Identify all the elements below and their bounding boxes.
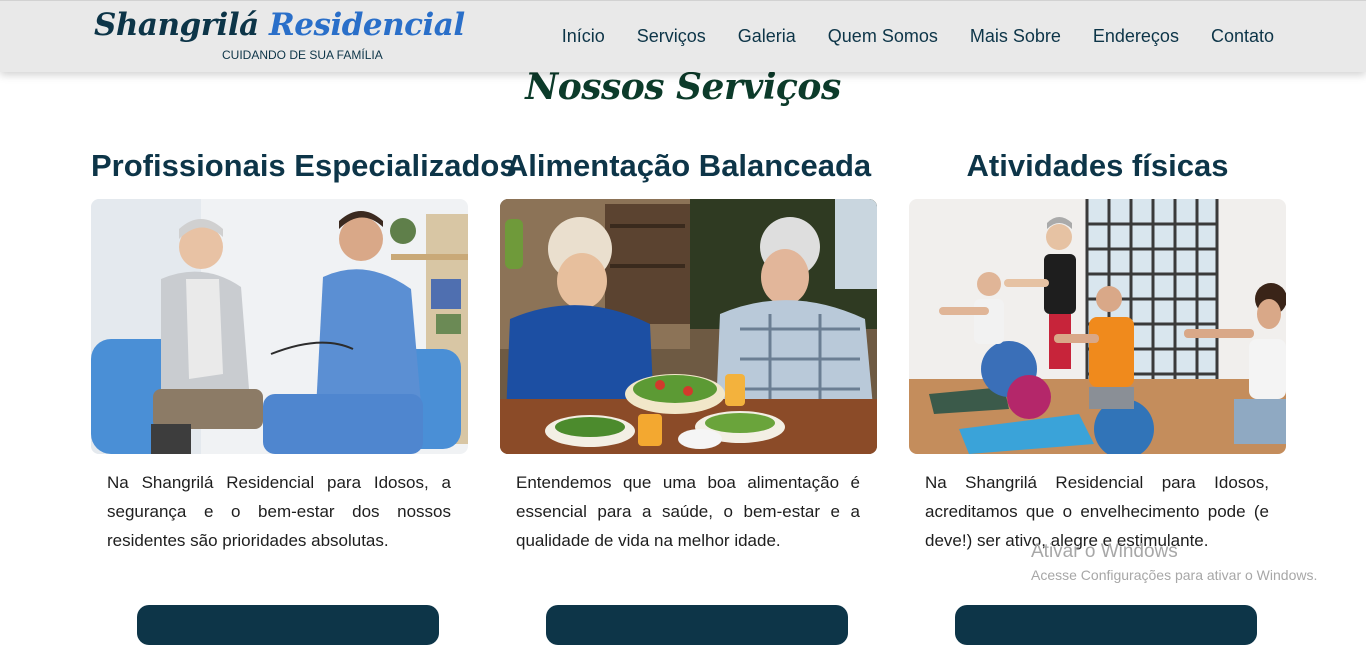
nav-item-inicio[interactable]: Início — [562, 26, 605, 47]
brand-name: Shangrilá Residencial — [94, 7, 465, 43]
nav-item-enderecos[interactable]: Endereços — [1093, 26, 1179, 47]
section-title: Nossos Serviços — [525, 66, 841, 108]
card-more-button[interactable] — [137, 605, 439, 645]
service-card-nutrition: Alimentação Balanceada Entendemos que um… — [500, 148, 877, 645]
brand-tagline: CUIDANDO DE SUA FAMÍLIA — [222, 48, 383, 62]
service-card-activities: Atividades físicas Na Shangrilá Residenc… — [909, 148, 1286, 645]
nav-item-servicos[interactable]: Serviços — [637, 26, 706, 47]
brand-name-part2: Residencial — [269, 7, 465, 43]
nav-item-galeria[interactable]: Galeria — [738, 26, 796, 47]
photo-couple-eating-salad — [500, 199, 877, 454]
nav-item-quem-somos[interactable]: Quem Somos — [828, 26, 938, 47]
card-title: Atividades físicas — [966, 148, 1229, 183]
card-description: Na Shangrilá Residencial para Idosos, a … — [107, 473, 451, 550]
brand-logo[interactable]: Shangrilá Residencial CUIDANDO DE SUA FA… — [94, 7, 465, 67]
card-description: Entendemos que uma boa alimentação é ess… — [516, 473, 860, 550]
card-more-button[interactable] — [546, 605, 848, 645]
card-title: Alimentação Balanceada — [505, 148, 872, 183]
nav-item-contato[interactable]: Contato — [1211, 26, 1274, 47]
service-card-professionals: Profissionais Especializados Na Shangril… — [91, 148, 517, 645]
photo-caregiver-checkup — [91, 199, 468, 454]
brand-name-part1: Shangrilá — [94, 7, 259, 43]
card-more-button[interactable] — [955, 605, 1257, 645]
windows-activation-watermark: Ativar o Windows Acesse Configurações pa… — [1031, 541, 1317, 583]
nav-item-mais-sobre[interactable]: Mais Sobre — [970, 26, 1061, 47]
card-title: Profissionais Especializados — [91, 148, 517, 183]
watermark-title: Ativar o Windows — [1031, 541, 1178, 562]
watermark-subtitle: Acesse Configurações para ativar o Windo… — [1031, 567, 1318, 583]
photo-group-exercise — [909, 199, 1286, 454]
main-nav: Início Serviços Galeria Quem Somos Mais … — [530, 26, 1274, 47]
site-header: Shangrilá Residencial CUIDANDO DE SUA FA… — [0, 0, 1366, 72]
